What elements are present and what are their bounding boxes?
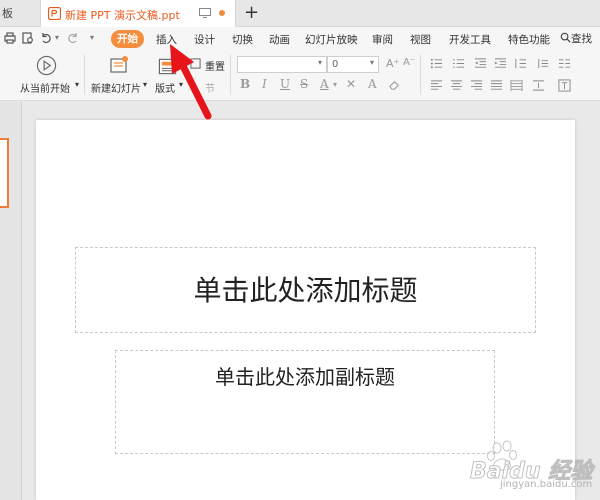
font-color-button[interactable]: A [320, 77, 329, 91]
play-dropdown-icon[interactable]: ▾ [75, 80, 79, 89]
redo-icon[interactable] [66, 31, 80, 45]
title-placeholder-text: 单击此处添加标题 [193, 274, 418, 307]
slide-thumbnail[interactable] [0, 138, 9, 208]
menu-slideshow[interactable]: 幻灯片放映 [305, 32, 358, 47]
decrease-font-size-button[interactable]: A⁻ [403, 57, 415, 68]
font-color-dropdown-icon[interactable]: ▾ [333, 80, 337, 89]
search-label: 查找 [571, 33, 592, 45]
font-size-value: 0 [332, 59, 339, 70]
vertical-align-icon[interactable] [532, 79, 545, 92]
ribbon-toolbar: 从当前开始 ▾ 新建幻灯片 ▾ 版式 ▾ 重置 节 ▾ 0 ▾ A⁺ A⁻ B … [0, 51, 600, 101]
menu-review[interactable]: 审阅 [372, 32, 393, 47]
menu-transitions[interactable]: 切换 [232, 32, 253, 47]
undo-icon[interactable] [39, 31, 53, 45]
subtitle-placeholder-text: 单击此处添加副标题 [215, 365, 395, 389]
columns-icon[interactable] [558, 57, 571, 70]
print-icon[interactable] [3, 31, 17, 45]
menu-start[interactable]: 开始 [111, 30, 144, 48]
decrease-indent-icon[interactable] [474, 57, 487, 70]
play-from-current-label[interactable]: 从当前开始 [20, 80, 70, 95]
align-left-icon[interactable] [430, 79, 443, 92]
ribbon-divider [420, 55, 421, 95]
menu-animations[interactable]: 动画 [269, 32, 290, 47]
distribute-icon[interactable] [510, 79, 523, 92]
highlight-button[interactable]: A [368, 77, 377, 91]
previous-tab[interactable]: 板 [0, 0, 40, 27]
underline-button[interactable]: U [280, 77, 290, 91]
menu-bar: ▾ ▾ 开始 插入 设计 切换 动画 幻灯片放映 审阅 视图 开发工具 特色功能… [0, 27, 600, 51]
align-center-icon[interactable] [450, 79, 463, 92]
text-box-icon[interactable] [558, 79, 571, 92]
undo-dropdown-icon[interactable]: ▾ [55, 33, 59, 42]
eraser-icon[interactable] [388, 78, 401, 91]
presentation-file-icon [48, 7, 61, 20]
font-name-combo[interactable] [237, 56, 327, 73]
menu-features[interactable]: 特色功能 [508, 32, 550, 47]
font-name-dropdown-icon[interactable]: ▾ [318, 58, 322, 67]
line-spacing-icon[interactable] [514, 57, 527, 70]
document-tab-bar: 板 新建 PPT 演示文稿.ppt + [0, 0, 600, 28]
print-preview-icon[interactable] [21, 31, 35, 45]
play-from-current-icon[interactable] [36, 55, 57, 76]
clear-format-button[interactable]: ✕ [346, 77, 356, 91]
menu-view[interactable]: 视图 [410, 32, 431, 47]
strikethrough-button[interactable]: S [300, 77, 308, 91]
document-title: 新建 PPT 演示文稿.ppt [65, 9, 180, 22]
annotation-arrow [170, 44, 212, 120]
justify-icon[interactable] [490, 79, 503, 92]
search-box[interactable]: 查找 [560, 31, 592, 46]
slide-thumbnail-panel [0, 102, 22, 500]
numbered-list-icon[interactable] [452, 57, 465, 70]
unsaved-indicator [219, 10, 225, 16]
font-size-dropdown-icon[interactable]: ▾ [370, 58, 374, 67]
bold-button[interactable]: B [240, 77, 250, 91]
align-right-icon[interactable] [470, 79, 483, 92]
subtitle-placeholder-box[interactable]: 单击此处添加副标题 [115, 350, 495, 454]
new-slide-label[interactable]: 新建幻灯片 [91, 80, 141, 95]
increase-font-size-button[interactable]: A⁺ [386, 57, 399, 70]
search-icon [560, 32, 571, 43]
new-tab-button[interactable]: + [244, 2, 259, 24]
text-direction-icon[interactable] [536, 57, 549, 70]
monitor-icon[interactable] [199, 8, 211, 18]
active-document-tab[interactable]: 新建 PPT 演示文稿.ppt [40, 0, 236, 28]
bullet-list-icon[interactable] [430, 57, 443, 70]
menu-developer[interactable]: 开发工具 [449, 32, 491, 47]
new-slide-icon[interactable] [108, 54, 130, 76]
ribbon-divider [230, 55, 231, 95]
title-placeholder-box[interactable]: 单击此处添加标题 [75, 247, 536, 333]
italic-button[interactable]: I [262, 77, 267, 91]
watermark-url: jingyan.baidu.com [500, 479, 593, 490]
ribbon-divider [84, 55, 85, 95]
increase-indent-icon[interactable] [494, 57, 507, 70]
customize-toolbar-icon[interactable]: ▾ [90, 33, 94, 42]
new-slide-dropdown-icon[interactable]: ▾ [143, 80, 147, 89]
